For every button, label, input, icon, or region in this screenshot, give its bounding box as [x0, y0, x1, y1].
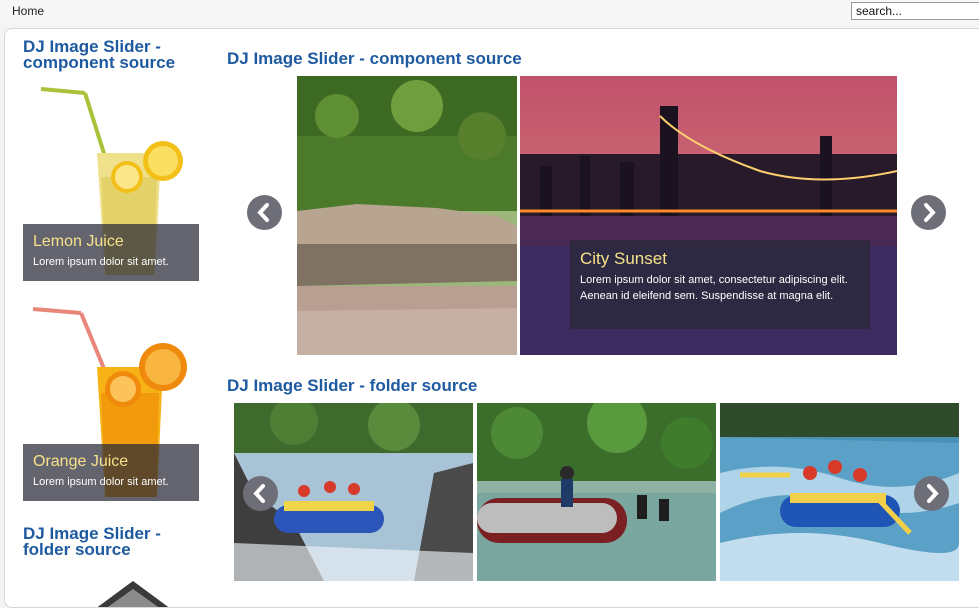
content-area: DJ Image Slider - component source Lemon…	[4, 28, 979, 608]
chevron-right-icon	[924, 203, 936, 222]
slide-title: Orange Juice	[33, 453, 129, 470]
main-heading-folder-source: DJ Image Slider - folder source	[227, 376, 478, 395]
search-input[interactable]	[851, 2, 979, 20]
slide-description: Lorem ipsum dolor sit amet, consectetur …	[580, 274, 848, 302]
folder-slide-image	[75, 575, 185, 607]
slide-description: Lorem ipsum dolor sit amet.	[33, 256, 169, 268]
chevron-left-icon	[253, 484, 265, 503]
sidebar-heading-component-source: DJ Image Slider - component source	[23, 37, 176, 72]
sidebar-heading-folder-source: DJ Image Slider - folder source	[23, 524, 161, 559]
main-heading-component-source: DJ Image Slider - component source	[227, 49, 522, 68]
next-slide-button[interactable]	[911, 195, 946, 230]
chevron-right-icon	[927, 484, 939, 503]
chevron-left-icon	[257, 203, 269, 222]
slide-title: Lemon Juice	[33, 233, 124, 250]
orange-juice-caption: Orange Juice Lorem ipsum dolor sit amet.	[23, 444, 199, 501]
prev-slide-button-folder[interactable]	[243, 476, 278, 511]
river-slide-image	[297, 76, 517, 355]
home-link[interactable]: Home	[12, 4, 44, 18]
lemon-juice-caption: Lemon Juice Lorem ipsum dolor sit amet.	[23, 224, 199, 281]
prev-slide-button[interactable]	[247, 195, 282, 230]
slide-description: Lorem ipsum dolor sit amet.	[33, 476, 169, 488]
top-bar: Home	[0, 0, 979, 24]
slide-title: City Sunset	[580, 249, 667, 268]
rafting-slide-image-2	[477, 403, 716, 581]
next-slide-button-folder[interactable]	[914, 476, 949, 511]
city-sunset-caption: City Sunset Lorem ipsum dolor sit amet, …	[570, 240, 870, 329]
